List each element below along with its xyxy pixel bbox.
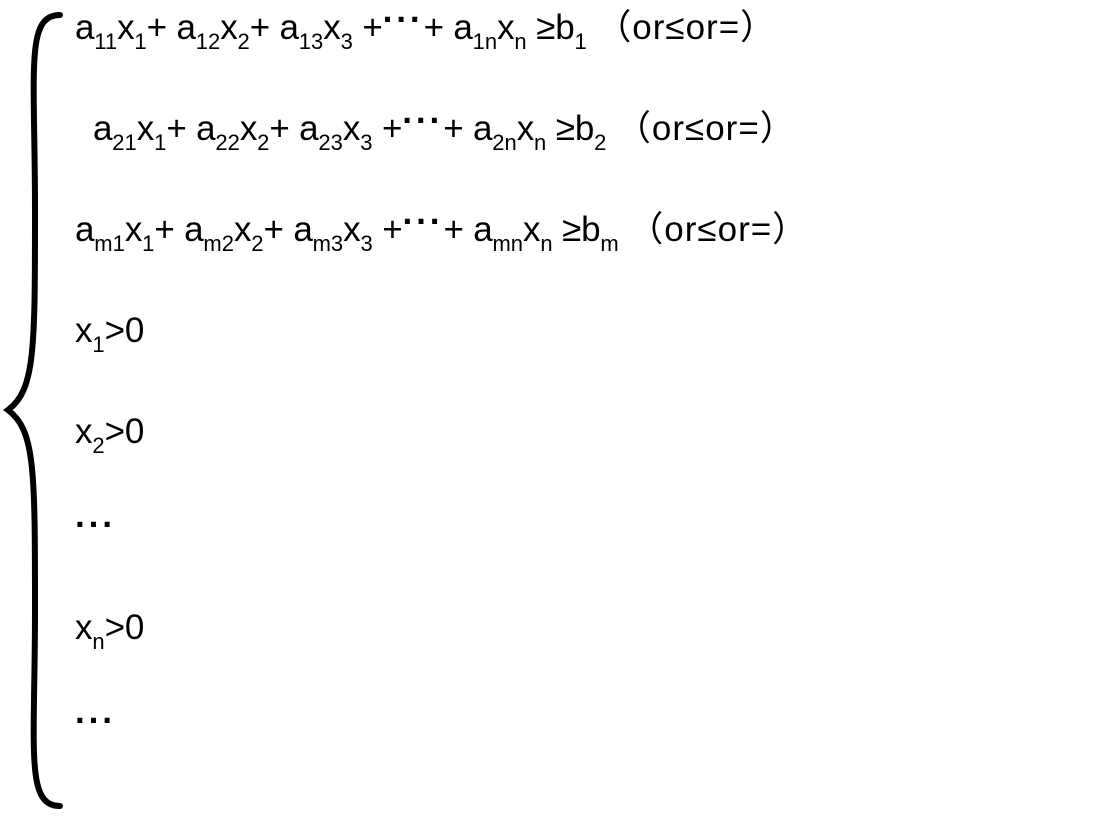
equation-system: a11x1+ a12x2+ a13x3 +···+ a1nxn ≥b1 （or≤… xyxy=(0,0,1106,821)
nonneg-row-1: x1>0 xyxy=(75,313,1106,354)
var-x: x xyxy=(117,8,134,47)
rhs-b: b xyxy=(555,8,574,47)
plus-sign: + xyxy=(147,8,177,47)
nonneg-row-n: xn>0 xyxy=(75,610,1106,651)
hdots: ··· xyxy=(383,0,424,39)
system-lines: a11x1+ a12x2+ a13x3 +···+ a1nxn ≥b1 （or≤… xyxy=(70,10,1106,811)
left-brace xyxy=(0,10,70,811)
ellipsis-row-2: ··· xyxy=(75,711,1106,746)
constraint-row-2: a21x1+ a22x2+ a23x3 +···+ a2nxn ≥b2 （or≤… xyxy=(75,111,1106,152)
ellipsis-row-1: ··· xyxy=(75,515,1106,550)
nonneg-row-2: x2>0 xyxy=(75,414,1106,455)
relation-options: （or≤or=） xyxy=(596,8,776,47)
constraint-row-1: a11x1+ a12x2+ a13x3 +···+ a1nxn ≥b1 （or≤… xyxy=(75,10,1106,51)
constraint-row-m: am1x1+ am2x2+ am3x3 +···+ amnxn ≥bm （or≤… xyxy=(75,212,1106,253)
coef-a: a xyxy=(75,8,94,47)
relation: ≥ xyxy=(536,8,555,47)
